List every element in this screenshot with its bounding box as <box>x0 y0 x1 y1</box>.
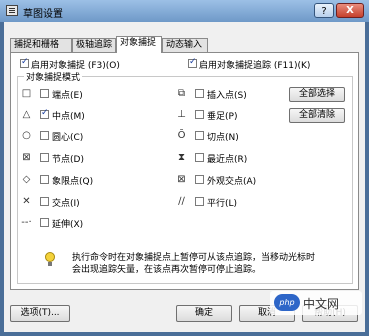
nearest-checkbox[interactable] <box>195 153 204 162</box>
app-icon <box>6 5 18 16</box>
apparent-intersection-checkbox[interactable] <box>195 175 204 184</box>
extension-checkbox[interactable] <box>40 218 49 227</box>
center-label: 圆心(C) <box>52 133 84 143</box>
quadrant-checkbox[interactable] <box>40 175 49 184</box>
triangle-icon: △ <box>22 109 31 120</box>
ok-button[interactable]: 确定 <box>176 305 232 322</box>
parallel-label: 平行(L) <box>207 199 238 209</box>
node-label: 节点(D) <box>52 155 84 165</box>
watermark: php 中文网 <box>270 291 362 315</box>
window-title: 草图设置 <box>23 9 63 20</box>
tracking-hint-line1: 执行命令时在对象捕捉点上暂停可从该点追踪，当移动光标时 <box>72 253 316 263</box>
tab-snap-grid[interactable]: 捕捉和栅格 <box>10 38 72 52</box>
object-snap-panel: 启用对象捕捉 (F3)(O) 启用对象捕捉追踪 (F11)(K) 对象捕捉模式 … <box>10 52 359 290</box>
square-icon: □ <box>21 88 32 99</box>
parallel-checkbox[interactable] <box>195 197 204 206</box>
dialog-body: 捕捉和栅格 极轴追踪 对象捕捉 动态输入 启用对象捕捉 (F3)(O) 启用对象… <box>4 22 365 332</box>
snap-modes-title: 对象捕捉模式 <box>24 70 83 83</box>
endpoint-label: 端点(E) <box>52 91 83 101</box>
close-button[interactable]: X <box>336 3 364 18</box>
select-all-button[interactable]: 全部选择 <box>289 87 345 102</box>
parallel-icon: ∕∕ <box>178 196 185 207</box>
circle-icon: ○ <box>22 130 31 141</box>
perpendicular-label: 垂足(P) <box>207 112 238 122</box>
enable-object-snap-checkbox[interactable] <box>20 57 29 68</box>
extension-label: 延伸(X) <box>52 220 84 230</box>
tangent-icon: Ō <box>177 130 186 141</box>
tangent-label: 切点(N) <box>207 133 239 143</box>
title-bar[interactable]: 草图设置 ? X <box>0 0 369 22</box>
midpoint-checkbox[interactable] <box>40 108 49 119</box>
perpendicular-checkbox[interactable] <box>195 110 204 119</box>
enable-snap-tracking-checkbox[interactable] <box>188 57 197 68</box>
intersection-checkbox[interactable] <box>40 197 49 206</box>
x-box-icon: ⊠ <box>22 152 31 163</box>
lightbulb-icon <box>45 252 55 267</box>
extension-icon: --· <box>21 217 32 228</box>
watermark-logo: php <box>274 294 300 311</box>
apparent-intersection-label: 外观交点(A) <box>207 177 257 187</box>
diamond-icon: ◇ <box>22 174 31 185</box>
tracking-hint-line2: 会出现追踪矢量，在该点再次暂停可停止追踪。 <box>72 265 262 275</box>
watermark-text: 中文网 <box>303 297 340 311</box>
quadrant-label: 象限点(Q) <box>52 177 94 187</box>
drafting-settings-window: 草图设置 ? X 捕捉和栅格 极轴追踪 对象捕捉 动态输入 启用对象捕捉 (F3… <box>0 0 369 336</box>
endpoint-checkbox[interactable] <box>40 89 49 98</box>
hourglass-icon: ⧗ <box>177 152 186 163</box>
apparent-intersection-icon: ⊠ <box>177 174 186 185</box>
tangent-checkbox[interactable] <box>195 131 204 140</box>
nearest-label: 最近点(R) <box>207 155 248 165</box>
perpendicular-icon: ⊥ <box>177 109 186 120</box>
intersection-label: 交点(I) <box>52 199 80 209</box>
options-button[interactable]: 选项(T)... <box>10 305 70 322</box>
enable-snap-tracking-label: 启用对象捕捉追踪 (F11)(K) <box>199 61 311 71</box>
node-checkbox[interactable] <box>40 153 49 162</box>
insertion-label: 插入点(S) <box>207 91 247 101</box>
tab-dynamic-input[interactable]: 动态输入 <box>162 38 208 52</box>
tab-object-snap[interactable]: 对象捕捉 <box>116 36 162 53</box>
tab-polar-tracking[interactable]: 极轴追踪 <box>72 38 116 52</box>
cross-icon: ✕ <box>22 196 31 207</box>
insert-icon: ⧉ <box>177 88 186 99</box>
tracking-hint: 执行命令时在对象捕捉点上暂停可从该点追踪，当移动光标时 会出现追踪矢量，在该点再… <box>72 252 358 276</box>
center-checkbox[interactable] <box>40 131 49 140</box>
insertion-checkbox[interactable] <box>195 89 204 98</box>
help-title-button[interactable]: ? <box>314 3 334 18</box>
clear-all-button[interactable]: 全部清除 <box>289 108 345 123</box>
midpoint-label: 中点(M) <box>52 112 85 122</box>
